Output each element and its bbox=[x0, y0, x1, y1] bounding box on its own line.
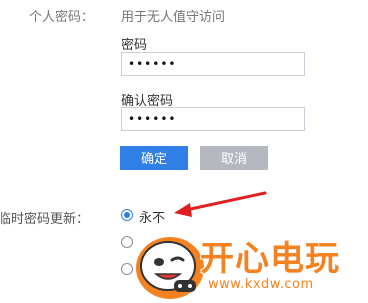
watermark-url: www.kxdw.com bbox=[208, 277, 314, 292]
password-input[interactable]: •••••• bbox=[121, 52, 305, 76]
confirm-password-input[interactable]: •••••• bbox=[121, 107, 305, 131]
ok-button[interactable]: 确定 bbox=[120, 146, 188, 170]
temp-password-label: 临时密码更新： bbox=[0, 211, 90, 226]
radio-option-3[interactable] bbox=[121, 263, 133, 275]
radio-option-2[interactable] bbox=[121, 236, 133, 248]
cancel-button[interactable]: 取消 bbox=[200, 146, 268, 170]
radio-never-label: 永不 bbox=[139, 210, 166, 225]
personal-password-description: 用于无人值守访问 bbox=[121, 9, 226, 24]
personal-password-label: 个人密码： bbox=[29, 9, 95, 24]
mascot-logo-icon bbox=[136, 237, 204, 299]
annotation-arrow-icon bbox=[174, 191, 267, 217]
watermark-brand: 开心电玩 bbox=[200, 239, 340, 279]
password-label: 密码 bbox=[121, 37, 148, 52]
radio-never[interactable] bbox=[121, 209, 133, 221]
